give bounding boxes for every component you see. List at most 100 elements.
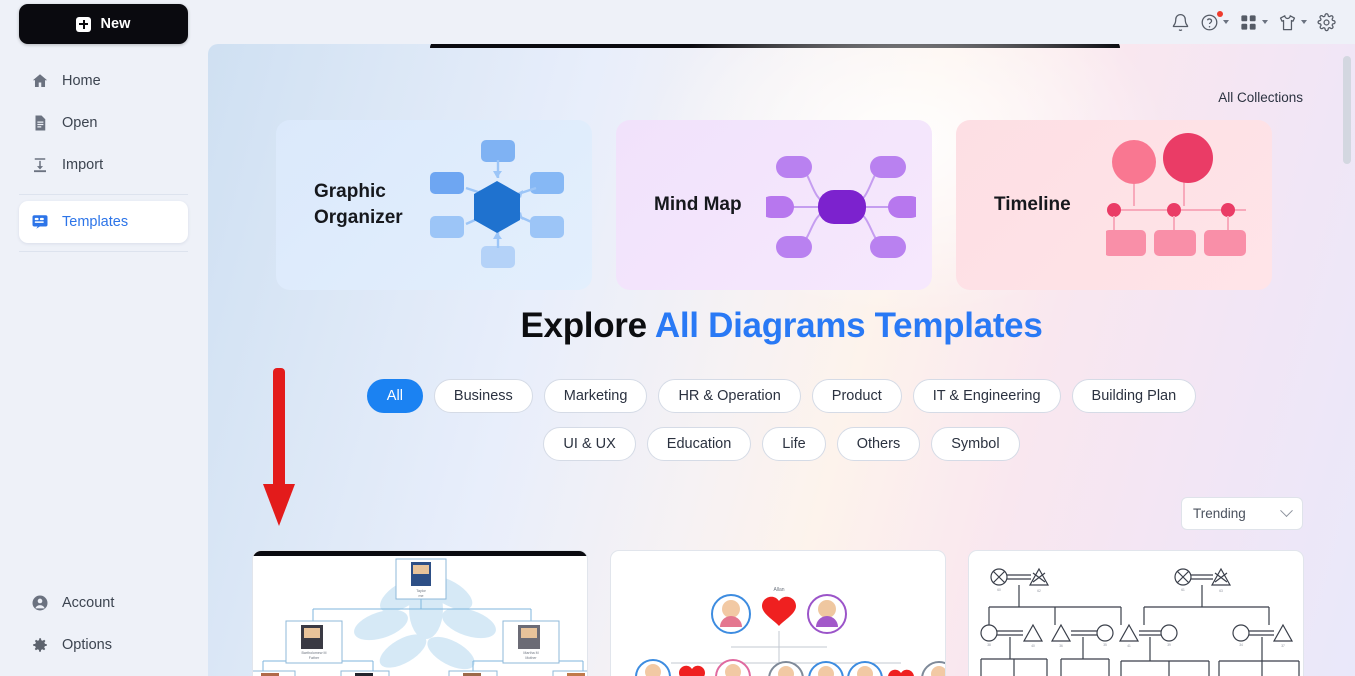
help-icon	[1201, 14, 1218, 30]
template-card-genogram[interactable]: 60 62 61 63 38 40 36 35 41 39 34 37	[968, 550, 1304, 676]
user-circle-icon	[31, 594, 49, 612]
svg-text:Bartholomew M: Bartholomew M	[302, 651, 327, 655]
vertical-scrollbar-thumb[interactable]	[1343, 56, 1351, 164]
mind-map-illustration	[760, 120, 922, 290]
filter-chip-others[interactable]: Others	[836, 427, 921, 461]
svg-text:me: me	[419, 594, 424, 598]
sidebar-item-open[interactable]: Open	[19, 102, 188, 144]
page-title-accent: All Diagrams Templates	[654, 306, 1043, 345]
grid-icon	[1241, 14, 1256, 30]
family-avatar-heart-diagram: Allan	[635, 587, 945, 676]
sidebar-item-label: Open	[62, 115, 98, 131]
svg-text:35: 35	[1103, 643, 1107, 647]
filter-chip-ui-ux[interactable]: UI & UX	[543, 427, 636, 461]
bell-icon	[1172, 13, 1189, 31]
svg-text:37: 37	[1281, 644, 1285, 648]
svg-text:34: 34	[1239, 643, 1243, 647]
sidebar-item-import[interactable]: Import	[19, 144, 188, 186]
page-title: Explore All Diagrams Templates	[208, 306, 1355, 346]
chevron-down-icon[interactable]	[1301, 20, 1307, 24]
category-card-label: Mind Map	[654, 194, 742, 216]
chevron-down-icon	[1280, 504, 1293, 518]
gear-icon	[1317, 12, 1336, 31]
sidebar-nav: Home Open Import Templates	[19, 60, 188, 258]
genogram-symbol-diagram: 60 62 61 63 38 40 36 35 41 39 34 37	[980, 567, 1300, 676]
filter-chips-row-2: UI & UX Education Life Others Symbol	[248, 427, 1315, 461]
page-title-prefix: Explore	[520, 306, 655, 345]
file-icon	[31, 114, 49, 132]
filter-chip-life[interactable]: Life	[762, 427, 826, 461]
sidebar-divider	[19, 251, 188, 252]
sidebar-divider	[19, 194, 188, 195]
svg-text:Father: Father	[309, 656, 320, 660]
settings-button[interactable]	[1314, 9, 1339, 36]
timeline-illustration	[1104, 120, 1256, 290]
sidebar-item-label: Import	[62, 157, 104, 173]
main-content: All Collections Graphic Organizer Mind M…	[208, 44, 1355, 676]
category-card-row: Graphic Organizer Mind Map Timeline	[276, 120, 1272, 290]
filter-chip-product[interactable]: Product	[811, 379, 902, 413]
filter-chip-education[interactable]: Education	[646, 427, 752, 461]
sidebar-item-label: Home	[62, 73, 101, 89]
svg-text:61: 61	[1181, 588, 1185, 592]
sort-dropdown[interactable]: Trending	[1181, 497, 1303, 530]
sidebar-bottom-nav: Account Options	[19, 582, 188, 666]
partial-card-top-edge	[430, 44, 1120, 48]
notification-badge-dot	[1217, 10, 1223, 17]
new-button[interactable]: New	[19, 4, 188, 44]
template-card-row: Taylor me Bartholomew M Father Martha M Mot…	[252, 550, 1304, 676]
filter-chip-all[interactable]: All	[366, 379, 423, 413]
sidebar-item-home[interactable]: Home	[19, 60, 188, 102]
filter-chip-business[interactable]: Business	[433, 379, 533, 413]
svg-text:38: 38	[987, 643, 991, 647]
svg-text:Martha M: Martha M	[523, 651, 538, 655]
sidebar-item-account[interactable]: Account	[19, 582, 188, 624]
category-card-mind-map[interactable]: Mind Map	[616, 120, 932, 290]
gear-icon	[31, 636, 49, 654]
svg-text:Taylor: Taylor	[416, 589, 426, 593]
svg-text:Allan: Allan	[773, 587, 784, 593]
filter-chips: All Business Marketing HR & Operation Pr…	[248, 379, 1315, 461]
category-card-label: Graphic Organizer	[314, 181, 403, 228]
filter-chip-building-plan[interactable]: Building Plan	[1071, 379, 1197, 413]
sidebar: New Home Open Import Templates Account O…	[0, 0, 208, 676]
template-card-family-tree[interactable]: Taylor me Bartholomew M Father Martha M Mot…	[252, 550, 588, 676]
category-card-timeline[interactable]: Timeline	[956, 120, 1272, 290]
chevron-down-icon[interactable]	[1262, 20, 1268, 24]
svg-text:36: 36	[1059, 644, 1063, 648]
shirt-icon	[1279, 14, 1296, 30]
notifications-button[interactable]	[1168, 9, 1193, 36]
family-tree-photo-diagram: Taylorme Bartholomew MFather Martha MMot…	[253, 558, 587, 676]
home-icon	[31, 72, 49, 90]
sort-dropdown-value: Trending	[1193, 506, 1246, 521]
new-button-label: New	[100, 16, 131, 32]
filter-chips-row-1: All Business Marketing HR & Operation Pr…	[248, 379, 1315, 413]
category-card-label: Timeline	[994, 194, 1071, 216]
category-card-graphic-organizer[interactable]: Graphic Organizer	[276, 120, 592, 290]
chevron-down-icon[interactable]	[1223, 20, 1229, 24]
apps-button[interactable]	[1236, 9, 1271, 36]
svg-text:Mother: Mother	[525, 656, 537, 660]
svg-text:60: 60	[997, 588, 1001, 592]
topbar-icons	[1168, 0, 1339, 44]
graphic-organizer-illustration	[426, 120, 576, 290]
filter-chip-it-engineering[interactable]: IT & Engineering	[912, 379, 1061, 413]
vertical-scrollbar-track[interactable]	[1343, 48, 1351, 670]
all-collections-link[interactable]: All Collections	[1218, 90, 1303, 105]
app-window: New Home Open Import Templates Account O…	[0, 0, 1355, 676]
filter-chip-hr-operation[interactable]: HR & Operation	[658, 379, 801, 413]
svg-text:62: 62	[1037, 589, 1041, 593]
svg-text:63: 63	[1219, 589, 1223, 593]
theme-button[interactable]	[1275, 9, 1310, 36]
template-card-family-avatar-tree[interactable]: Allan	[610, 550, 946, 676]
filter-chip-marketing[interactable]: Marketing	[543, 379, 648, 413]
sidebar-item-templates[interactable]: Templates	[19, 201, 188, 243]
svg-text:41: 41	[1127, 644, 1131, 648]
filter-chip-symbol[interactable]: Symbol	[931, 427, 1020, 461]
sidebar-item-label: Templates	[62, 214, 129, 230]
template-icon	[31, 213, 49, 231]
sidebar-item-label: Account	[62, 595, 115, 611]
sidebar-item-options[interactable]: Options	[19, 624, 188, 666]
help-button[interactable]	[1197, 9, 1232, 36]
svg-text:39: 39	[1167, 643, 1171, 647]
